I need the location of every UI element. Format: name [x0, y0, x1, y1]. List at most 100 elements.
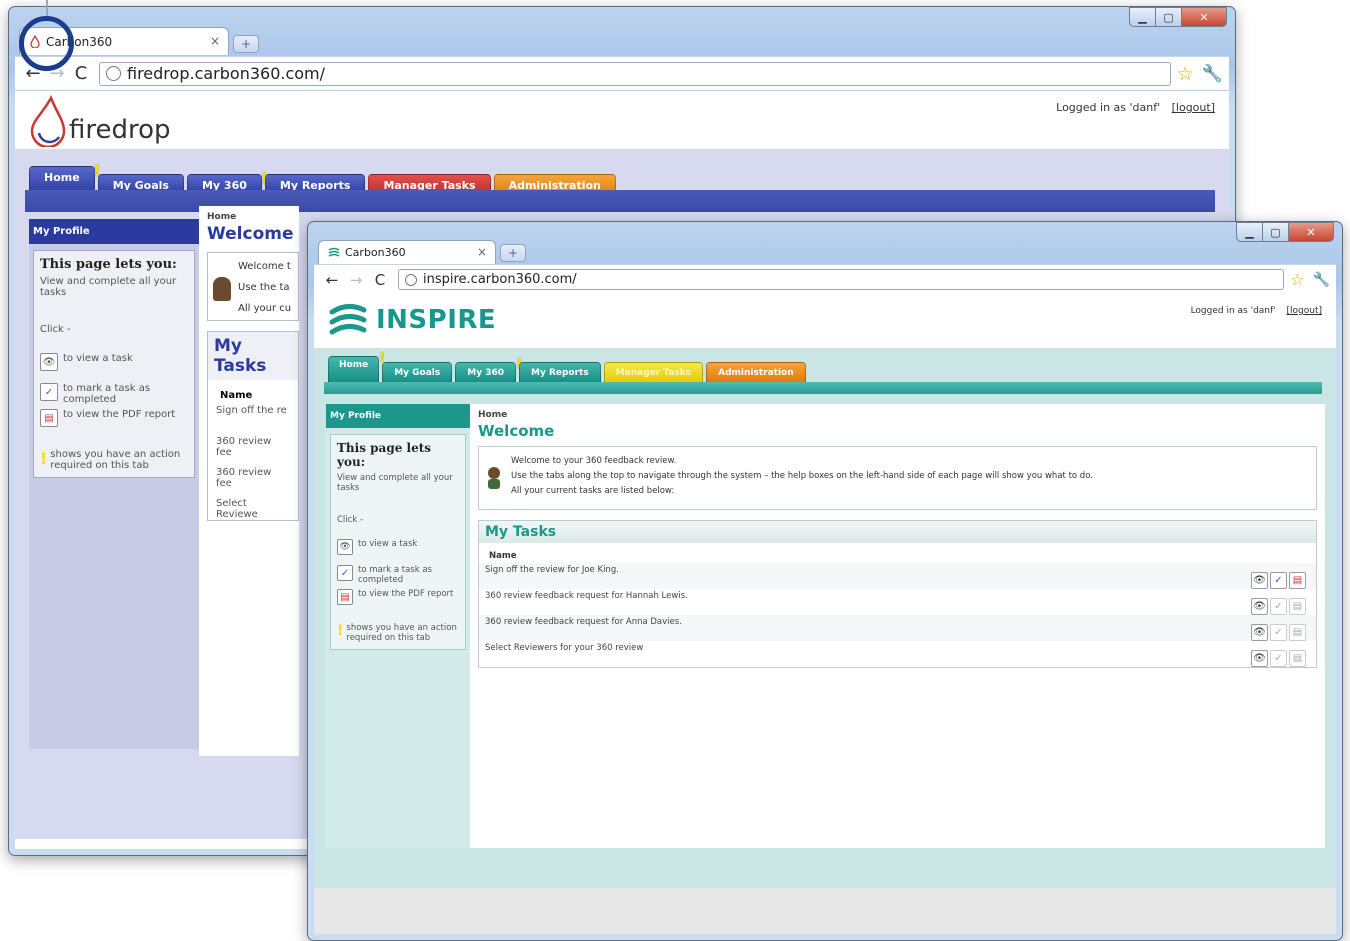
eye-icon[interactable]: 👁: [1251, 571, 1268, 589]
pdf-icon: ▤: [337, 589, 353, 605]
check-icon[interactable]: ✓: [1270, 571, 1287, 589]
welcome-line: Use the tabs along the top to navigate t…: [511, 471, 1093, 481]
forward-icon[interactable]: →: [344, 271, 368, 289]
tab-my-reports[interactable]: My Reports: [519, 362, 601, 382]
globe-icon: [405, 273, 417, 286]
url-text: inspire.carbon360.com/: [423, 272, 577, 287]
inspire-logo: INSPIRE: [328, 300, 496, 340]
browser-toolbar: ← → C inspire.carbon360.com/ ☆ 🔧: [314, 264, 1336, 294]
maximize-button[interactable]: ▢: [1155, 7, 1181, 27]
table-row[interactable]: 360 review feedback request for Hannah L…: [479, 589, 1316, 615]
bookmark-star-icon[interactable]: ☆: [1177, 63, 1194, 85]
welcome-line: All your cu: [238, 303, 292, 314]
tasks-title: My Tasks: [208, 332, 298, 380]
login-text: Logged in as 'danf': [1056, 101, 1161, 114]
pointer-line: [46, 0, 48, 16]
eye-icon: 👁: [40, 353, 58, 371]
browser-toolbar: ← → C firedrop.carbon360.com/ ☆ 🔧: [15, 56, 1229, 90]
tasks-box: My Tasks Name Sign off the review for Jo…: [478, 520, 1317, 668]
logout-link[interactable]: [logout]: [1287, 306, 1322, 316]
table-row[interactable]: Select Reviewe: [208, 496, 298, 527]
logout-link[interactable]: [logout]: [1172, 101, 1215, 114]
eye-icon[interactable]: 👁: [1251, 623, 1268, 641]
address-bar[interactable]: inspire.carbon360.com/: [398, 269, 1285, 290]
tab-my-goals[interactable]: My Goals: [382, 362, 453, 382]
task-label: 360 review feedback request for Hannah L…: [485, 591, 688, 601]
tab-label: Home: [339, 360, 369, 370]
wrench-icon[interactable]: 🔧: [1313, 272, 1330, 288]
welcome-line: Welcome to your 360 feedback review.: [511, 456, 677, 466]
new-tab-button[interactable]: +: [500, 244, 526, 262]
tab-close-icon[interactable]: ×: [210, 34, 220, 48]
table-row[interactable]: Select Reviewers for your 360 review 👁 ✓…: [479, 641, 1316, 667]
reload-icon[interactable]: C: [69, 63, 93, 84]
eye-icon[interactable]: 👁: [1251, 597, 1268, 615]
address-bar[interactable]: firedrop.carbon360.com/: [99, 61, 1171, 86]
help-click: Click -: [40, 324, 71, 335]
tab-manager-tasks[interactable]: Manager Tasks: [603, 362, 704, 382]
reload-icon[interactable]: C: [368, 271, 392, 289]
tab-administration[interactable]: Administration: [706, 362, 806, 382]
task-list: Sign off the review for Joe King. 👁 ✓ ▤ …: [479, 563, 1316, 667]
task-label: Select Reviewers for your 360 review: [485, 643, 644, 653]
tab-label: Manager Tasks: [615, 367, 692, 378]
help-click: Click -: [337, 515, 364, 525]
alert-icon: !: [40, 449, 48, 468]
tab-my-360[interactable]: My 360 !: [455, 357, 522, 382]
welcome-line: Welcome t: [238, 261, 291, 272]
tab-label: Administration: [718, 367, 794, 378]
task-actions: 👁 ✓ ▤: [1249, 597, 1306, 615]
login-text: Logged in as 'danf': [1190, 306, 1276, 316]
page-footer-area: [314, 888, 1336, 934]
browser-tab[interactable]: Carbon360 ×: [318, 240, 496, 264]
tab-label: My Reports: [531, 367, 589, 378]
task-label: 360 review feedback request for Anna Dav…: [485, 617, 682, 627]
tab-close-icon[interactable]: ×: [477, 245, 487, 259]
table-row[interactable]: 360 review fee: [208, 465, 298, 496]
table-row[interactable]: Sign off the review for Joe King. 👁 ✓ ▤: [479, 563, 1316, 589]
table-row[interactable]: 360 review feedback request for Anna Dav…: [479, 615, 1316, 641]
page-title: Welcome: [478, 422, 555, 440]
main-nav: Home ! My Goals My 360 ! My Reports Mana…: [328, 351, 809, 382]
pdf-icon[interactable]: ▤: [1289, 571, 1306, 589]
welcome-box: Welcome to your 360 feedback review. Use…: [478, 446, 1317, 510]
check-icon: ✓: [1270, 597, 1287, 615]
tab-home[interactable]: Home !: [328, 351, 385, 382]
profile-sidebar: My Profile This page lets you: View and …: [326, 404, 470, 848]
welcome-line: Use the ta: [238, 282, 290, 293]
name-column: Name: [489, 551, 517, 561]
main-panel: Home Welcome Welcome t Use the ta All yo…: [199, 206, 299, 756]
task-actions: 👁 ✓ ▤: [1249, 649, 1306, 667]
pdf-icon: ▤: [1289, 597, 1306, 615]
avatar: [213, 277, 231, 301]
minimize-button[interactable]: ▁: [1129, 7, 1155, 27]
help-pdf: to view the PDF report: [63, 409, 176, 420]
close-window-button[interactable]: ✕: [1288, 222, 1334, 242]
wrench-icon[interactable]: 🔧: [1202, 64, 1223, 84]
help-action: shows you have an action required on thi…: [50, 449, 181, 471]
firedrop-drop-icon: [30, 95, 66, 147]
help-intro: View and complete all your tasks: [337, 473, 453, 493]
check-icon: ✓: [40, 383, 58, 401]
new-tab-button[interactable]: +: [233, 35, 259, 53]
pdf-icon: ▤: [40, 409, 58, 427]
welcome-line: All your current tasks are listed below:: [511, 486, 675, 496]
table-row[interactable]: 360 review fee: [208, 434, 298, 465]
pdf-icon: ▤: [1289, 623, 1306, 641]
profile-sidebar: My Profile This page lets you: View and …: [29, 219, 199, 749]
tab-label: My 360: [467, 367, 504, 378]
back-icon[interactable]: ←: [320, 271, 344, 289]
nav-bar: [324, 382, 1322, 394]
panel-title: My Profile: [326, 404, 470, 428]
tab-label: My Goals: [394, 367, 441, 378]
bookmark-star-icon[interactable]: ☆: [1290, 270, 1304, 289]
check-icon: ✓: [1270, 649, 1287, 667]
inspire-wave-icon: [327, 246, 341, 260]
help-view: to view a task: [63, 353, 133, 364]
help-mark: to mark a task as completed: [63, 383, 151, 405]
eye-icon[interactable]: 👁: [1251, 649, 1268, 667]
minimize-button[interactable]: ▁: [1236, 222, 1262, 242]
table-row[interactable]: Sign off the re: [208, 403, 298, 434]
maximize-button[interactable]: ▢: [1262, 222, 1288, 242]
close-window-button[interactable]: ✕: [1181, 7, 1227, 27]
